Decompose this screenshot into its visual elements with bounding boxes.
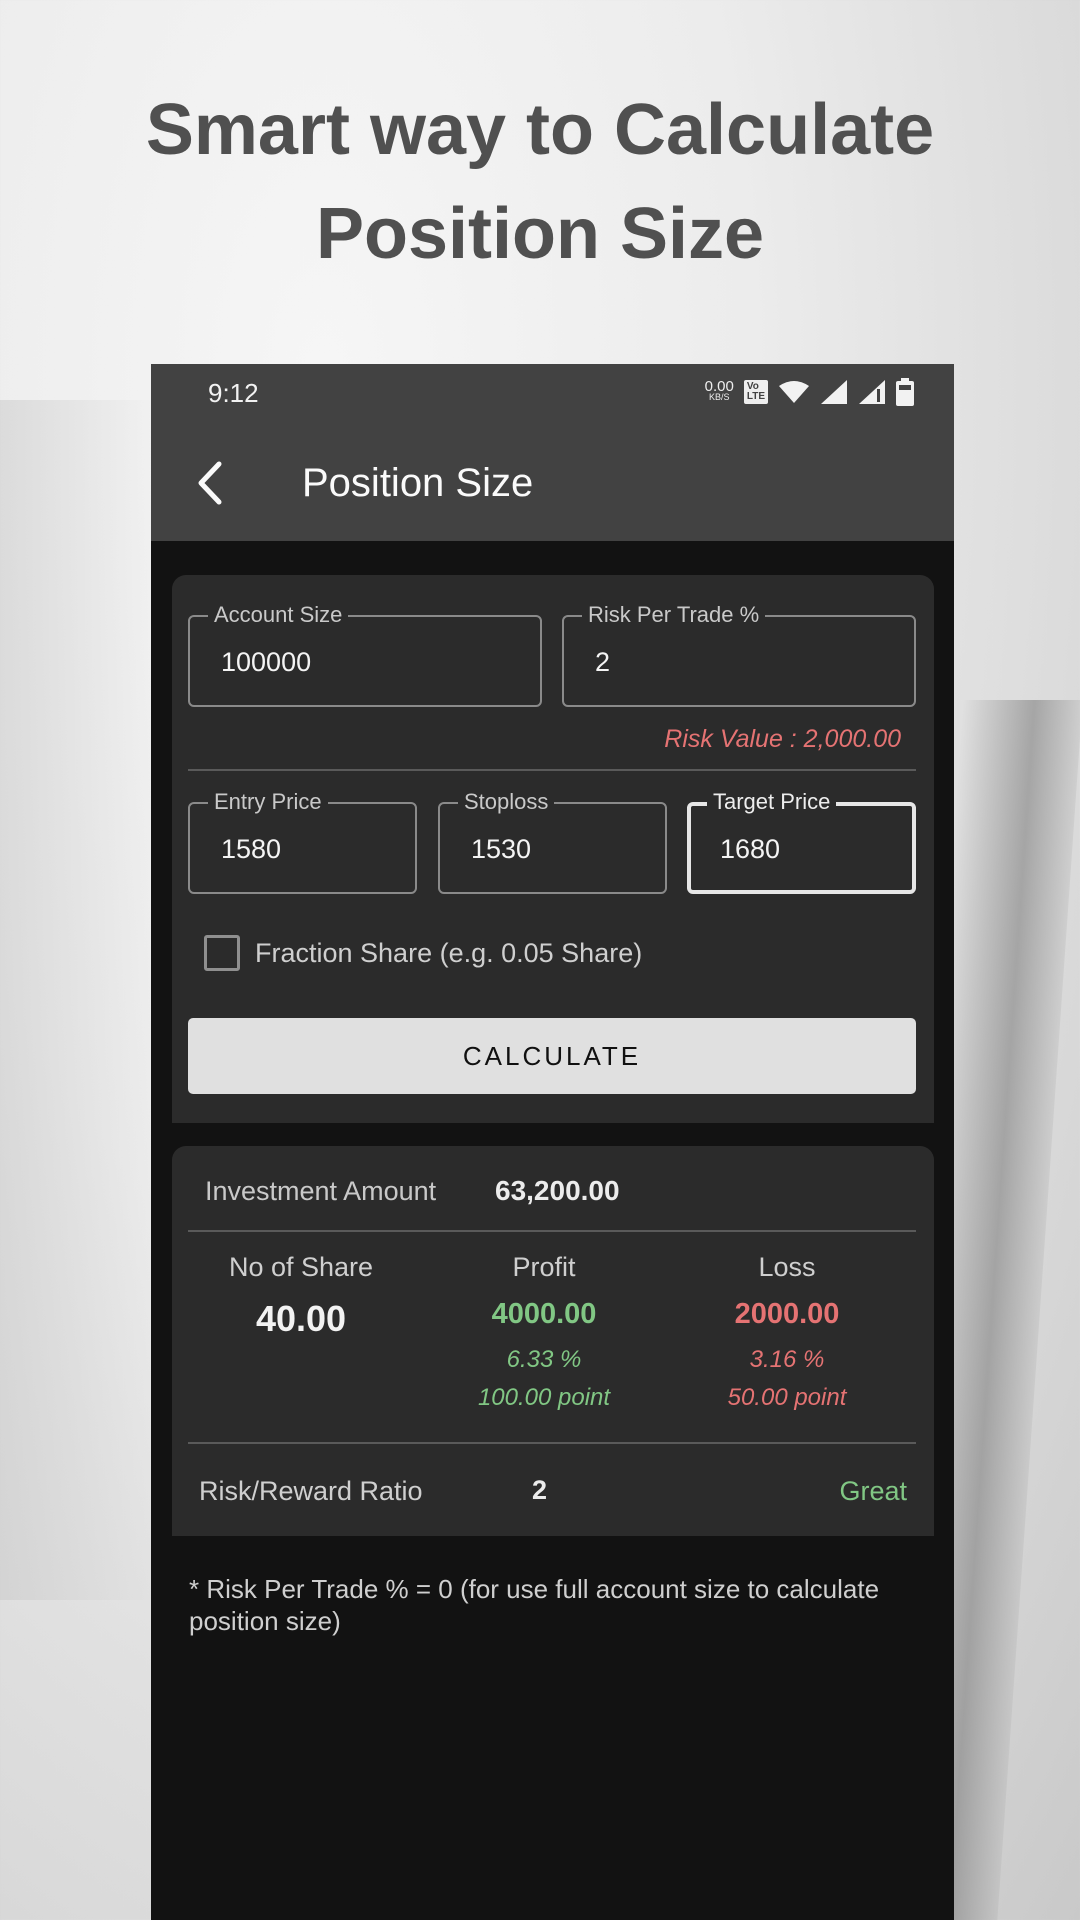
net-speed-value: 0.00	[704, 378, 734, 395]
loss-column: Loss 2000.00 3.16 % 50.00 point	[667, 1252, 907, 1417]
target-price-input[interactable]	[720, 834, 897, 865]
profit-value: 4000.00	[491, 1298, 597, 1330]
investment-amount-value: 63,200.00	[495, 1175, 620, 1206]
chevron-left-icon	[198, 461, 222, 505]
account-size-label: Account Size	[208, 601, 349, 629]
status-time: 9:12	[208, 378, 259, 408]
target-price-field[interactable]: Target Price	[687, 788, 916, 894]
signal-icon	[821, 380, 847, 404]
profit-label: Profit	[512, 1252, 576, 1282]
profit-percent: 6.33 %	[506, 1346, 582, 1373]
status-icons: 0.00 KB/S Vo LTE	[705, 378, 914, 406]
loss-percent: 3.16 %	[749, 1346, 825, 1373]
result-card: Investment Amount 63,200.00 No of Share …	[172, 1146, 934, 1536]
fraction-share-checkbox[interactable]	[204, 935, 240, 971]
battery-icon	[896, 378, 914, 406]
input-card: Account Size Risk Per Trade % Risk Value…	[172, 575, 934, 1123]
risk-reward-label: Risk/Reward Ratio	[199, 1476, 423, 1506]
status-bar: 9:12 0.00 KB/S Vo LTE	[151, 364, 954, 424]
fraction-share-label: Fraction Share (e.g. 0.05 Share)	[255, 937, 643, 968]
net-speed-unit: KB/S	[708, 392, 730, 402]
footnote: * Risk Per Trade % = 0 (for use full acc…	[189, 1574, 880, 1636]
divider	[188, 1442, 916, 1444]
profit-column: Profit 4000.00 6.33 % 100.00 point	[424, 1252, 664, 1417]
risk-per-trade-field[interactable]: Risk Per Trade %	[562, 601, 916, 707]
risk-per-trade-input[interactable]	[595, 647, 875, 678]
account-size-input[interactable]	[221, 647, 501, 678]
promo-headline: Smart way to Calculate Position Size	[0, 78, 1080, 286]
phone-screen: 9:12 0.00 KB/S Vo LTE Position Size Accou…	[151, 364, 954, 1920]
volte-icon: Vo LTE	[743, 380, 768, 404]
risk-reward-rating: Great	[839, 1476, 907, 1506]
fraction-share-row[interactable]: Fraction Share (e.g. 0.05 Share)	[204, 935, 642, 971]
app-bar: Position Size	[151, 424, 954, 541]
signal-icon-2	[859, 380, 885, 404]
entry-price-input[interactable]	[221, 834, 401, 865]
loss-points: 50.00 point	[727, 1384, 847, 1411]
promo-headline-line1: Smart way to Calculate	[145, 90, 935, 170]
risk-per-trade-label: Risk Per Trade %	[582, 601, 766, 629]
risk-reward-value: 2	[532, 1475, 548, 1505]
stoploss-label: Stoploss	[458, 788, 555, 816]
target-price-label: Target Price	[707, 788, 837, 816]
risk-value-text: Risk Value : 2,000.00	[664, 725, 901, 753]
stoploss-input[interactable]	[471, 834, 651, 865]
promo-headline-line2: Position Size	[315, 194, 765, 274]
calculate-button[interactable]: CALCULATE	[188, 1018, 916, 1094]
account-size-field[interactable]: Account Size	[188, 601, 542, 707]
divider	[188, 1230, 916, 1232]
loss-label: Loss	[758, 1252, 816, 1282]
profit-points: 100.00 point	[477, 1384, 611, 1411]
stoploss-field[interactable]: Stoploss	[438, 788, 667, 894]
entry-price-label: Entry Price	[208, 788, 328, 816]
investment-amount-label: Investment Amount	[205, 1176, 437, 1206]
background-texture-left	[0, 400, 160, 1600]
net-speed-indicator: 0.00 KB/S	[704, 378, 734, 403]
wifi-icon	[779, 381, 809, 403]
back-button[interactable]	[191, 460, 231, 506]
entry-price-field[interactable]: Entry Price	[188, 788, 417, 894]
shares-column: No of Share 40.00	[181, 1252, 421, 1340]
loss-value: 2000.00	[734, 1298, 840, 1330]
divider	[188, 769, 916, 771]
shares-value: 40.00	[255, 1298, 347, 1339]
page-title: Position Size	[302, 461, 534, 505]
shares-label: No of Share	[228, 1252, 374, 1282]
